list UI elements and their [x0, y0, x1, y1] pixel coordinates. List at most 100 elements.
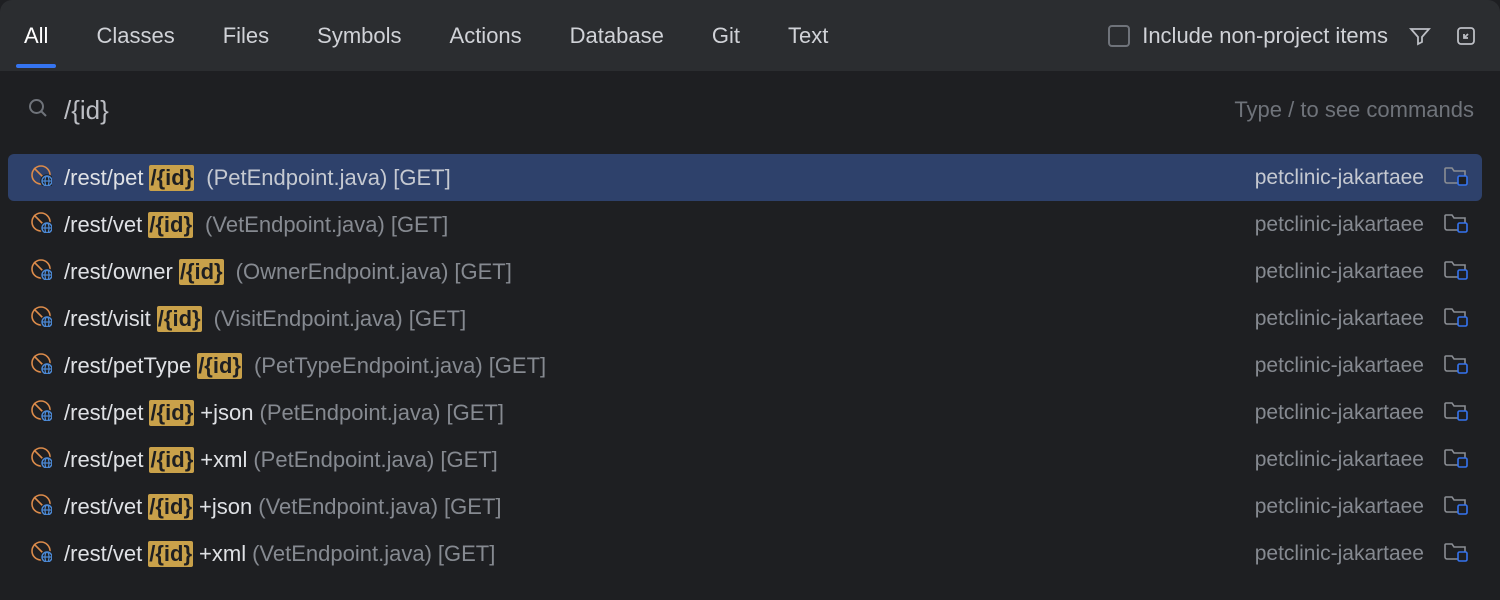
- result-method: [GET]: [393, 165, 450, 191]
- result-text: /rest/vet/{id}+xml (VetEndpoint.java) [G…: [64, 541, 495, 567]
- tab-actions[interactable]: Actions: [446, 5, 526, 67]
- result-path-before: /rest/vet: [64, 212, 142, 238]
- result-path-after: +xml: [200, 447, 247, 473]
- result-module: petclinic-jakartaee: [1255, 401, 1424, 425]
- result-path-after: +xml: [199, 541, 246, 567]
- tab-text[interactable]: Text: [784, 5, 832, 67]
- tab-symbols[interactable]: Symbols: [313, 5, 405, 67]
- search-hint: Type / to see commands: [1234, 97, 1474, 123]
- tabs-right-controls: Include non-project items: [1108, 22, 1480, 50]
- result-method: [GET]: [409, 306, 466, 332]
- result-path-match: /{id}: [197, 353, 242, 379]
- endpoint-icon: [30, 446, 52, 473]
- result-row[interactable]: /rest/pet/{id} (PetEndpoint.java) [GET] p…: [8, 154, 1482, 201]
- result-filename: (PetTypeEndpoint.java): [254, 353, 483, 379]
- result-path-match: /{id}: [148, 541, 193, 567]
- result-row[interactable]: /rest/vet/{id}+xml (VetEndpoint.java) [G…: [8, 530, 1482, 577]
- result-filename: (PetEndpoint.java): [253, 447, 434, 473]
- include-non-project-label: Include non-project items: [1142, 23, 1388, 49]
- folder-icon: [1444, 352, 1468, 379]
- checkbox-box: [1108, 25, 1130, 47]
- folder-icon: [1444, 164, 1468, 191]
- include-non-project-checkbox[interactable]: Include non-project items: [1108, 23, 1388, 49]
- result-path-before: /rest/pet: [64, 400, 143, 426]
- result-text: /rest/petType/{id} (PetTypeEndpoint.java…: [64, 353, 546, 379]
- folder-icon: [1444, 211, 1468, 238]
- result-path-before: /rest/petType: [64, 353, 191, 379]
- result-module: petclinic-jakartaee: [1255, 495, 1424, 519]
- folder-icon: [1444, 305, 1468, 332]
- tab-database[interactable]: Database: [566, 5, 668, 67]
- result-path-before: /rest/vet: [64, 494, 142, 520]
- result-path-before: /rest/pet: [64, 447, 143, 473]
- pin-icon[interactable]: [1452, 22, 1480, 50]
- tab-classes[interactable]: Classes: [92, 5, 178, 67]
- result-row[interactable]: /rest/petType/{id} (PetTypeEndpoint.java…: [8, 342, 1482, 389]
- result-path-before: /rest/vet: [64, 541, 142, 567]
- result-module: petclinic-jakartaee: [1255, 213, 1424, 237]
- results-list[interactable]: /rest/pet/{id} (PetEndpoint.java) [GET]p…: [0, 148, 1500, 600]
- result-text: /rest/pet/{id}+json (PetEndpoint.java) […: [64, 400, 504, 426]
- result-module: petclinic-jakartaee: [1255, 166, 1424, 190]
- result-path-match: /{id}: [148, 212, 193, 238]
- result-path-before: /rest/visit: [64, 306, 151, 332]
- result-filename: (PetEndpoint.java): [260, 400, 441, 426]
- result-text: /rest/pet/{id} (PetEndpoint.java) [GET]: [64, 165, 451, 191]
- folder-icon: [1444, 493, 1468, 520]
- result-row[interactable]: /rest/vet/{id} (VetEndpoint.java) [GET] p…: [8, 201, 1482, 248]
- result-module: petclinic-jakartaee: [1255, 354, 1424, 378]
- result-filename: (VetEndpoint.java): [205, 212, 385, 238]
- result-text: /rest/vet/{id}+json (VetEndpoint.java) […: [64, 494, 502, 520]
- folder-icon: [1444, 399, 1468, 426]
- result-path-after: +json: [199, 494, 252, 520]
- result-method: [GET]: [391, 212, 448, 238]
- result-path-after: +json: [200, 400, 253, 426]
- endpoint-icon: [30, 399, 52, 426]
- result-filename: (VetEndpoint.java): [258, 494, 438, 520]
- result-row[interactable]: /rest/pet/{id}+json (PetEndpoint.java) […: [8, 389, 1482, 436]
- result-row[interactable]: /rest/pet/{id}+xml (PetEndpoint.java) [G…: [8, 436, 1482, 483]
- result-path-match: /{id}: [149, 447, 194, 473]
- result-filename: (VisitEndpoint.java): [214, 306, 403, 332]
- endpoint-icon: [30, 211, 52, 238]
- filter-icon[interactable]: [1406, 22, 1434, 50]
- endpoint-icon: [30, 352, 52, 379]
- folder-icon: [1444, 446, 1468, 473]
- folder-icon: [1444, 540, 1468, 567]
- result-path-match: /{id}: [148, 494, 193, 520]
- endpoint-icon: [30, 164, 52, 191]
- search-icon: [26, 96, 50, 125]
- result-filename: (PetEndpoint.java): [206, 165, 387, 191]
- result-text: /rest/vet/{id} (VetEndpoint.java) [GET]: [64, 212, 448, 238]
- result-row[interactable]: /rest/visit/{id} (VisitEndpoint.java) [G…: [8, 295, 1482, 342]
- tab-files[interactable]: Files: [219, 5, 273, 67]
- endpoint-icon: [30, 305, 52, 332]
- result-text: /rest/owner/{id} (OwnerEndpoint.java) [G…: [64, 259, 512, 285]
- result-method: [GET]: [440, 447, 497, 473]
- result-filename: (OwnerEndpoint.java): [236, 259, 449, 285]
- scope-tabs: All Classes Files Symbols Actions Database Git…: [0, 0, 1500, 72]
- search-input[interactable]: [64, 95, 1220, 126]
- result-method: [GET]: [438, 541, 495, 567]
- search-row: Type / to see commands: [0, 72, 1500, 148]
- tab-git[interactable]: Git: [708, 5, 744, 67]
- result-module: petclinic-jakartaee: [1255, 448, 1424, 472]
- result-row[interactable]: /rest/owner/{id} (OwnerEndpoint.java) [G…: [8, 248, 1482, 295]
- search-everywhere-popup: All Classes Files Symbols Actions Database Git…: [0, 0, 1500, 600]
- endpoint-icon: [30, 493, 52, 520]
- tab-all[interactable]: All: [20, 5, 52, 67]
- result-path-match: /{id}: [149, 400, 194, 426]
- result-module: petclinic-jakartaee: [1255, 542, 1424, 566]
- result-path-before: /rest/owner: [64, 259, 173, 285]
- result-path-match: /{id}: [179, 259, 224, 285]
- endpoint-icon: [30, 258, 52, 285]
- result-path-before: /rest/pet: [64, 165, 143, 191]
- folder-icon: [1444, 258, 1468, 285]
- result-filename: (VetEndpoint.java): [252, 541, 432, 567]
- result-text: /rest/pet/{id}+xml (PetEndpoint.java) [G…: [64, 447, 498, 473]
- result-module: petclinic-jakartaee: [1255, 260, 1424, 284]
- result-method: [GET]: [444, 494, 501, 520]
- result-method: [GET]: [489, 353, 546, 379]
- result-path-match: /{id}: [149, 165, 194, 191]
- result-row[interactable]: /rest/vet/{id}+json (VetEndpoint.java) […: [8, 483, 1482, 530]
